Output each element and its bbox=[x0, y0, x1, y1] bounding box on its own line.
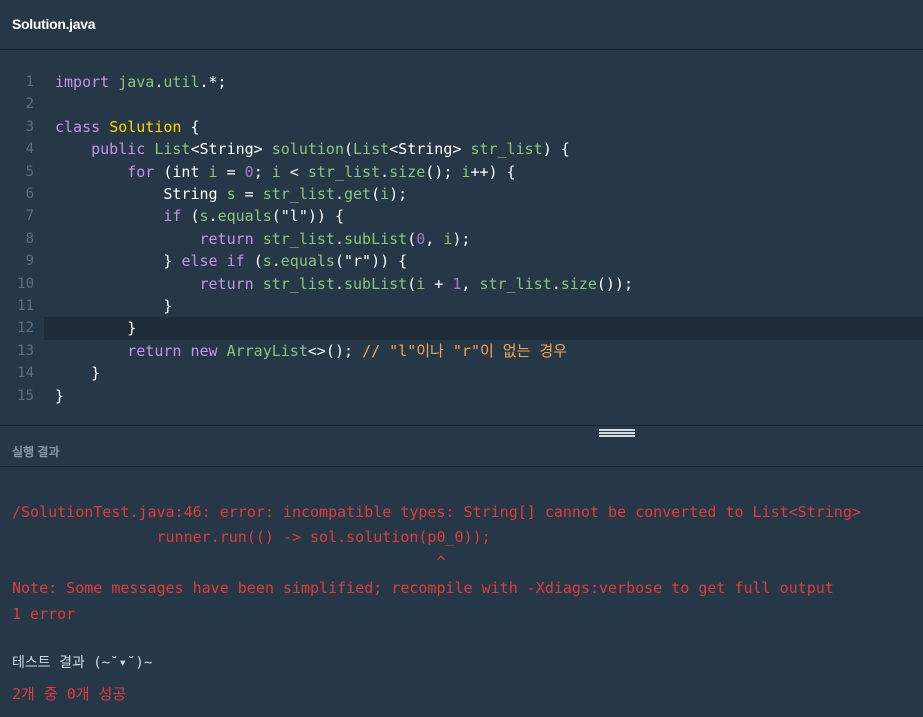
code-text: return new ArrayList<>(); // "l"이나 "r"이 … bbox=[127, 341, 568, 360]
code-text: public List<String> solution(List<String… bbox=[91, 140, 570, 159]
compile-error-source-line: runner.run(() -> sol.solution(p0_0)); bbox=[12, 528, 491, 546]
code-text: import java.util.*; bbox=[55, 73, 227, 91]
code-text: if (s.equals("l")) { bbox=[163, 207, 344, 226]
line-number: 3 bbox=[25, 118, 34, 135]
line-number: 9 bbox=[25, 253, 34, 270]
line-number: 8 bbox=[25, 230, 34, 247]
code-line[interactable]: 8 return str_list.subList(0, i); bbox=[0, 228, 923, 250]
code-line[interactable]: 7 if (s.equals("l")) { bbox=[0, 205, 923, 227]
ide-window: Solution.java 1 import java.util.*; 2 3 clas… bbox=[0, 0, 923, 717]
code-text: class Solution { bbox=[55, 117, 200, 136]
code-line[interactable]: 5 for (int i = 0; i < str_list.size(); i… bbox=[0, 161, 923, 183]
line-number: 15 bbox=[17, 387, 34, 404]
line-number: 14 bbox=[17, 365, 34, 382]
code-text: } bbox=[55, 319, 137, 338]
code-line[interactable]: 11 } bbox=[0, 295, 923, 317]
code-editor[interactable]: 1 import java.util.*; 2 3 class Solution { 4 … bbox=[0, 51, 923, 425]
code-line[interactable]: 4 public List<String> solution(List<Stri… bbox=[0, 138, 923, 160]
code-line[interactable]: 9 } else if (s.equals("r")) { bbox=[0, 250, 923, 272]
line-number: 6 bbox=[25, 186, 34, 202]
line-number: 10 bbox=[17, 275, 34, 292]
line-number: 13 bbox=[17, 342, 34, 359]
test-summary: 2개 중 0개 성공 bbox=[12, 685, 127, 703]
code-line[interactable]: 10 return str_list.subList(i + 1, str_li… bbox=[0, 273, 923, 295]
line-number: 12 bbox=[17, 320, 34, 337]
code-line[interactable]: 1 import java.util.*; bbox=[0, 71, 923, 93]
code-text: } bbox=[55, 386, 65, 405]
line-number: 1 bbox=[25, 74, 34, 90]
code-line[interactable]: 6 String s = str_list.get(i); bbox=[0, 183, 923, 205]
resize-handle-icon[interactable] bbox=[599, 429, 635, 438]
result-divider bbox=[0, 466, 923, 467]
compile-error-caret: ^ bbox=[12, 553, 446, 571]
result-panel-title: 실행 결과 bbox=[12, 445, 60, 459]
line-number: 4 bbox=[25, 141, 34, 158]
line-number: 11 bbox=[17, 298, 34, 314]
code-line[interactable]: 14 } bbox=[0, 362, 923, 384]
compile-note: Note: Some messages have been simplified… bbox=[12, 579, 834, 597]
code-text: String s = str_list.get(i); bbox=[55, 185, 408, 203]
file-tab-solution-java[interactable]: Solution.java bbox=[12, 16, 96, 32]
code-text: return str_list.subList(0, i); bbox=[199, 229, 471, 248]
code-line[interactable]: 2 bbox=[0, 93, 923, 115]
compile-error-message: /SolutionTest.java:46: error: incompatib… bbox=[12, 503, 861, 521]
code-line[interactable]: 13 return new ArrayList<>(); // "l"이나 "r… bbox=[0, 340, 923, 362]
code-line[interactable]: 3 class Solution { bbox=[0, 116, 923, 138]
code-line[interactable]: 12 } bbox=[17, 317, 923, 340]
code-text: } bbox=[55, 364, 101, 383]
line-number: 7 bbox=[25, 208, 34, 225]
code-text: for (int i = 0; i < str_list.size(); i++… bbox=[127, 162, 516, 181]
line-number: 5 bbox=[25, 163, 34, 180]
panel-splitter bbox=[0, 425, 923, 426]
test-result-label: 테스트 결과 (~˘▾˘)~ bbox=[12, 655, 153, 671]
line-number: 2 bbox=[25, 96, 34, 113]
code-text: } bbox=[55, 297, 173, 315]
code-text: return str_list.subList(i + 1, str_list.… bbox=[199, 274, 634, 293]
file-tab-bar: Solution.java bbox=[0, 0, 923, 50]
error-count: 1 error bbox=[12, 605, 76, 623]
code-text: } else if (s.equals("r")) { bbox=[55, 252, 408, 271]
code-line[interactable]: 15} bbox=[0, 385, 923, 407]
